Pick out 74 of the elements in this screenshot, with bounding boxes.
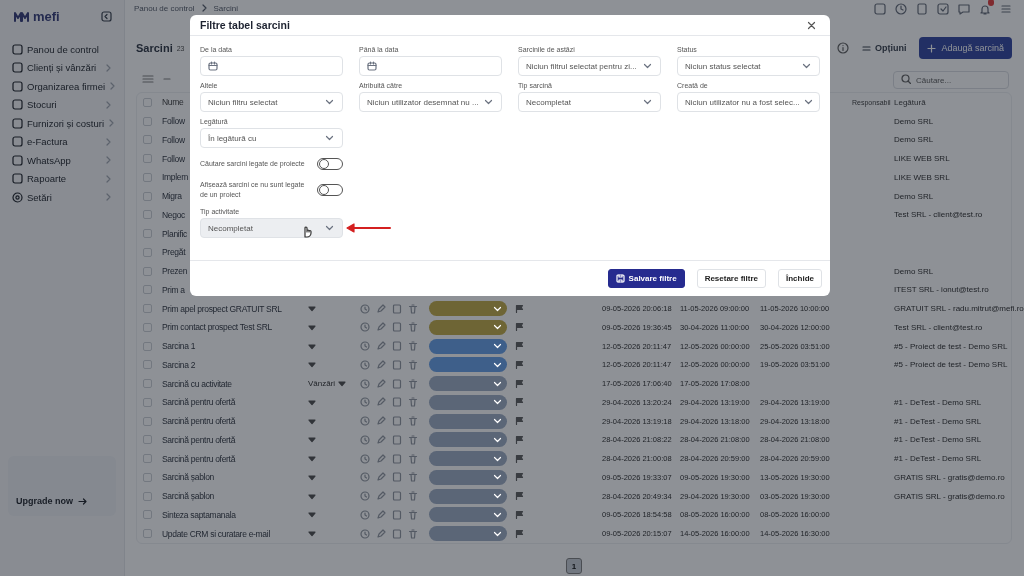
select-field[interactable]: Niciun filtrul selectat pentru zi...	[518, 56, 661, 76]
table-cell: Prezen	[162, 266, 188, 277]
dialog-button[interactable]: Resetare filtre	[696, 269, 766, 288]
sidebar-item[interactable]: Clienți și vânzări	[8, 58, 116, 77]
table-cell: Prim contact prospect Test SRL	[162, 322, 272, 333]
table-cell: GRATIS SRL - gratis@demo.ro	[894, 491, 1005, 501]
options-button[interactable]: Opțiuni	[858, 40, 910, 56]
page-title: Sarcini	[136, 42, 173, 54]
select-field[interactable]: Niciun utilizator nu a fost selec...	[677, 92, 820, 112]
table-cell: Follow	[162, 116, 185, 127]
table-cell: Sarcina 2	[162, 359, 196, 370]
table-cell: Negoc	[162, 209, 186, 220]
select-field[interactable]: Niciun utilizator desemnat nu ...	[359, 92, 502, 112]
table-cell: #1 - DeTest - Demo SRL	[894, 435, 982, 445]
sidebar-item[interactable]: Panou de control	[8, 40, 116, 59]
table-cell: Sarcină pentru ofertă	[162, 434, 236, 445]
dialog-title: Filtre tabel sarcini	[200, 19, 290, 31]
table-cell: Demo SRL	[894, 135, 934, 145]
table-cell: Sarcină cu activitate	[162, 378, 232, 389]
table-cell: LIKE WEB SRL	[894, 154, 950, 164]
table-cell: Pregăt	[162, 247, 186, 258]
logo-text: mefi	[33, 8, 60, 24]
table-cell: GRATUIT SRL - radu.mitrut@mefi.ro	[894, 304, 1024, 314]
table-cell: Sarcină șablon	[162, 472, 215, 483]
column-header: Nume	[162, 97, 184, 108]
table-cell: Implem	[162, 172, 189, 183]
sidebar-item[interactable]: e-Factura	[8, 132, 116, 151]
dialog-button[interactable]: Închide	[778, 269, 822, 288]
select-field[interactable]: Niciun status selectat	[677, 56, 820, 76]
search-field[interactable]: Căutare...	[893, 71, 1009, 90]
select-field[interactable]: Niciun filtru selectat	[200, 92, 343, 112]
sidebar-item[interactable]: Setări	[8, 188, 116, 207]
table-cell: Prim a	[162, 284, 185, 295]
select-field[interactable]: În legătură cu	[200, 128, 343, 148]
sidebar-item[interactable]: Organizarea firmei	[8, 77, 116, 96]
table-cell: Follow	[162, 153, 185, 164]
table-cell: Follow	[162, 134, 185, 145]
table-cell: Sarcină șablon	[162, 491, 215, 502]
table-cell: #1 - DeTest - Demo SRL	[894, 397, 982, 407]
table-cell: Prim apel prospect GRATUIT SRL	[162, 303, 282, 314]
table-cell: Sarcina 1	[162, 341, 196, 352]
sidebar-item[interactable]: Stocuri	[8, 95, 116, 114]
table-cell: LIKE WEB SRL	[894, 172, 950, 182]
breadcrumb-link[interactable]: Sarcini	[213, 3, 238, 13]
table-cell: #5 - Proiect de test - Demo SRL	[894, 360, 1008, 370]
table-cell: Vânzări	[308, 379, 336, 389]
table-cell: Migra	[162, 191, 182, 202]
table-cell: Update CRM si curatare e-mail	[162, 528, 270, 539]
sidebar-item[interactable]: Rapoarte	[8, 169, 116, 188]
table-cell: GRATIS SRL - gratis@demo.ro	[894, 472, 1005, 482]
column-header: Legătură	[894, 97, 926, 107]
breadcrumb-link[interactable]: Panou de control	[134, 3, 195, 13]
table-cell: ITEST SRL - ionut@test.ro	[894, 285, 989, 295]
table-cell: #1 - DeTest - Demo SRL	[894, 454, 982, 464]
save-button[interactable]: Salvare filtre	[607, 269, 685, 288]
upgrade-link[interactable]: Upgrade now	[16, 496, 87, 506]
table-cell: Sarcină pentru ofertă	[162, 453, 236, 464]
select-field[interactable]: Necompletat	[200, 218, 343, 238]
table-cell: #1 - DeTest - Demo SRL	[894, 416, 982, 426]
table-cell: Sinteza saptamanala	[162, 509, 236, 520]
add-task-button[interactable]: Adaugă sarcină	[919, 37, 1012, 59]
table-cell: Sarcină pentru ofertă	[162, 397, 236, 408]
table-cell: Test SRL - client@test.ro	[894, 210, 983, 220]
table-cell: #5 - Proiect de test - Demo SRL	[894, 341, 1008, 351]
table-cell: Test SRL - client@test.ro	[894, 322, 983, 332]
sidebar-item[interactable]: Furnizori și costuri	[8, 114, 116, 133]
page-button[interactable]: 1	[566, 558, 582, 574]
select-field[interactable]: Necompletat	[518, 92, 661, 112]
table-cell: Demo SRL	[894, 191, 934, 201]
table-cell: Planific	[162, 228, 187, 239]
table-cell: Sarcină pentru ofertă	[162, 416, 236, 427]
table-cell: Demo SRL	[894, 266, 934, 276]
sidebar-item[interactable]: WhatsApp	[8, 151, 116, 170]
table-cell: Demo SRL	[894, 116, 934, 126]
